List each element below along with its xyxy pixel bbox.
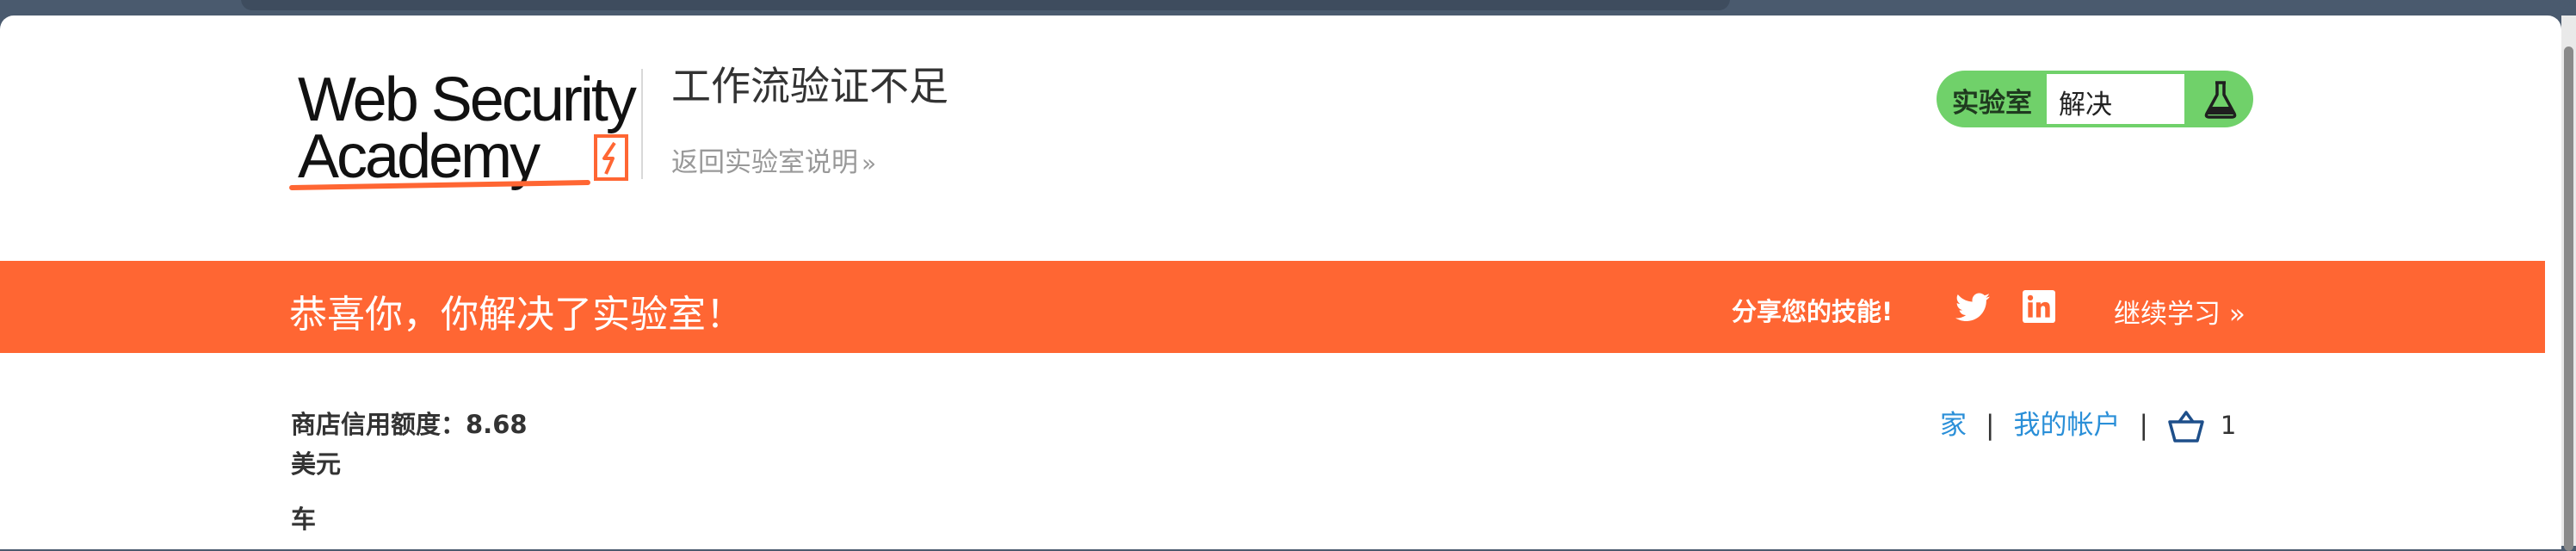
twitter-icon[interactable] (1955, 292, 1990, 323)
academy-logo[interactable]: Web Security Academy (288, 65, 642, 195)
nav-home-link[interactable]: 家 (1940, 410, 1967, 441)
continue-learning-link[interactable]: 继续学习 » (2114, 292, 2246, 331)
lab-title: 工作流验证不足 (671, 63, 948, 109)
solved-banner: 恭喜你，你解决了实验室！ 分享您的技能! 继续学习 » (0, 261, 2545, 353)
chevron-right-icon: » (2228, 299, 2246, 330)
logo-lightning-icon (594, 134, 628, 181)
top-nav: 家 | 我的帐户 | 1 (1940, 403, 2236, 446)
cart-count: 1 (2220, 411, 2237, 440)
lab-status-value-text: 解决 (2059, 90, 2112, 121)
back-to-lab-link[interactable]: 返回实验室说明» (671, 140, 876, 179)
store-credit: 商店信用额度：8.68 美元 (291, 405, 528, 484)
cart-heading: 车 (291, 505, 317, 534)
share-label: 分享您的技能! (1732, 297, 1893, 326)
scrollbar-thumb[interactable] (2564, 46, 2573, 551)
nav-my-account-link[interactable]: 我的帐户 (2013, 410, 2120, 441)
nav-separator: | (1986, 410, 1995, 441)
continue-learning-label: 继续学习 (2114, 299, 2221, 330)
lab-status-label: 实验室 (1952, 88, 2032, 119)
lab-status-widget: 实验室 解决 (1937, 71, 2253, 127)
store-credit-currency: 美元 (291, 449, 342, 479)
lab-status-value: 解决 (2047, 74, 2184, 124)
cart-icon[interactable] (2167, 410, 2205, 444)
linkedin-icon[interactable] (2023, 290, 2055, 323)
scrollbar[interactable] (2561, 15, 2576, 551)
store-credit-amount: 商店信用额度：8.68 (291, 410, 528, 439)
flask-icon (2204, 81, 2237, 119)
header-divider (641, 69, 643, 179)
chevron-right-icon: » (862, 149, 877, 177)
nav-separator: | (2139, 410, 2148, 441)
solved-message: 恭喜你，你解决了实验室！ (289, 293, 744, 337)
back-link-label: 返回实验室说明 (671, 147, 858, 178)
browser-address-pill[interactable] (241, 0, 1730, 10)
logo-line2: Academy (298, 122, 541, 191)
